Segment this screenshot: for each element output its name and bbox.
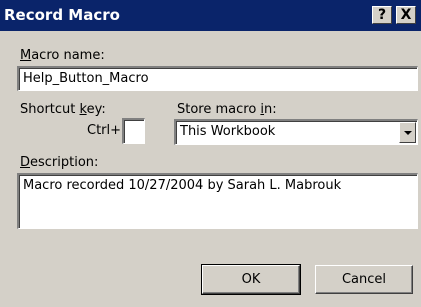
dialog-title: Record Macro	[4, 6, 120, 24]
macro-name-label-text: acro name:	[31, 48, 105, 63]
store-label-pre: Store macro	[177, 102, 261, 117]
ctrl-prefix-label: Ctrl+	[87, 123, 122, 138]
store-macro-selected: This Workbook	[180, 124, 276, 139]
description-accesskey: D	[20, 155, 31, 170]
shortcut-key-input[interactable]	[122, 118, 145, 144]
description-label: Description:	[20, 155, 98, 170]
shortcut-key-label: Shortcut key:	[20, 102, 106, 117]
store-label-post: n:	[264, 102, 277, 117]
description-label-text: escription:	[30, 155, 99, 170]
shortcut-accesskey: k	[79, 102, 87, 117]
macro-name-accesskey: M	[20, 48, 32, 63]
shortcut-label-pre: Shortcut	[20, 102, 80, 117]
macro-name-input[interactable]: Help_Button_Macro	[17, 66, 418, 91]
store-macro-select[interactable]: This Workbook	[174, 119, 418, 145]
shortcut-label-post: ey:	[86, 102, 106, 117]
help-button[interactable]: ?	[372, 6, 392, 24]
dropdown-arrow-icon[interactable]	[399, 122, 416, 143]
record-macro-dialog: Record Macro ? X Macro name: Help_Button…	[0, 0, 421, 307]
ok-button[interactable]: OK	[201, 264, 301, 295]
description-textarea[interactable]: Macro recorded 10/27/2004 by Sarah L. Ma…	[17, 173, 418, 229]
store-macro-label: Store macro in:	[177, 102, 277, 117]
cancel-button[interactable]: Cancel	[315, 265, 413, 294]
title-bar[interactable]: Record Macro ? X	[0, 0, 421, 31]
close-button[interactable]: X	[396, 6, 416, 24]
macro-name-label: Macro name:	[20, 48, 105, 63]
